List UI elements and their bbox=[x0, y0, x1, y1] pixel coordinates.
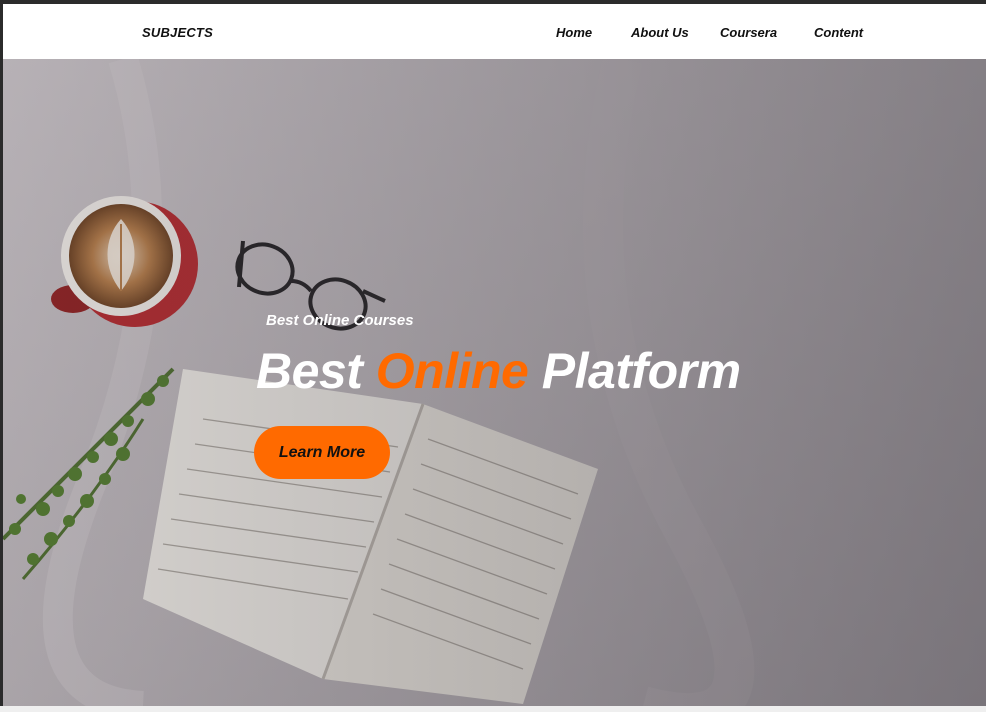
headline-word-online: Online bbox=[375, 343, 529, 399]
hero-eyebrow-text: Best Online Courses bbox=[266, 312, 414, 329]
learn-more-button[interactable]: Learn More bbox=[254, 426, 390, 479]
nav-link-home[interactable]: Home bbox=[556, 25, 592, 40]
bottom-edge-strip bbox=[0, 706, 986, 712]
nav-link-content[interactable]: Content bbox=[814, 25, 863, 40]
headline-word-best: Best bbox=[256, 343, 363, 399]
browser-viewport: SUBJECTS Home About Us Coursera Content bbox=[3, 4, 986, 706]
hero-headline: Best Online Platform bbox=[256, 342, 741, 400]
headline-word-platform: Platform bbox=[541, 343, 741, 399]
nav-link-coursera[interactable]: Coursera bbox=[720, 25, 777, 40]
nav-link-about-us[interactable]: About Us bbox=[631, 25, 689, 40]
navbar: SUBJECTS Home About Us Coursera Content bbox=[3, 4, 986, 59]
hero-section: Best Online Courses Best Online Platform… bbox=[3, 59, 986, 706]
site-brand[interactable]: SUBJECTS bbox=[142, 25, 213, 40]
